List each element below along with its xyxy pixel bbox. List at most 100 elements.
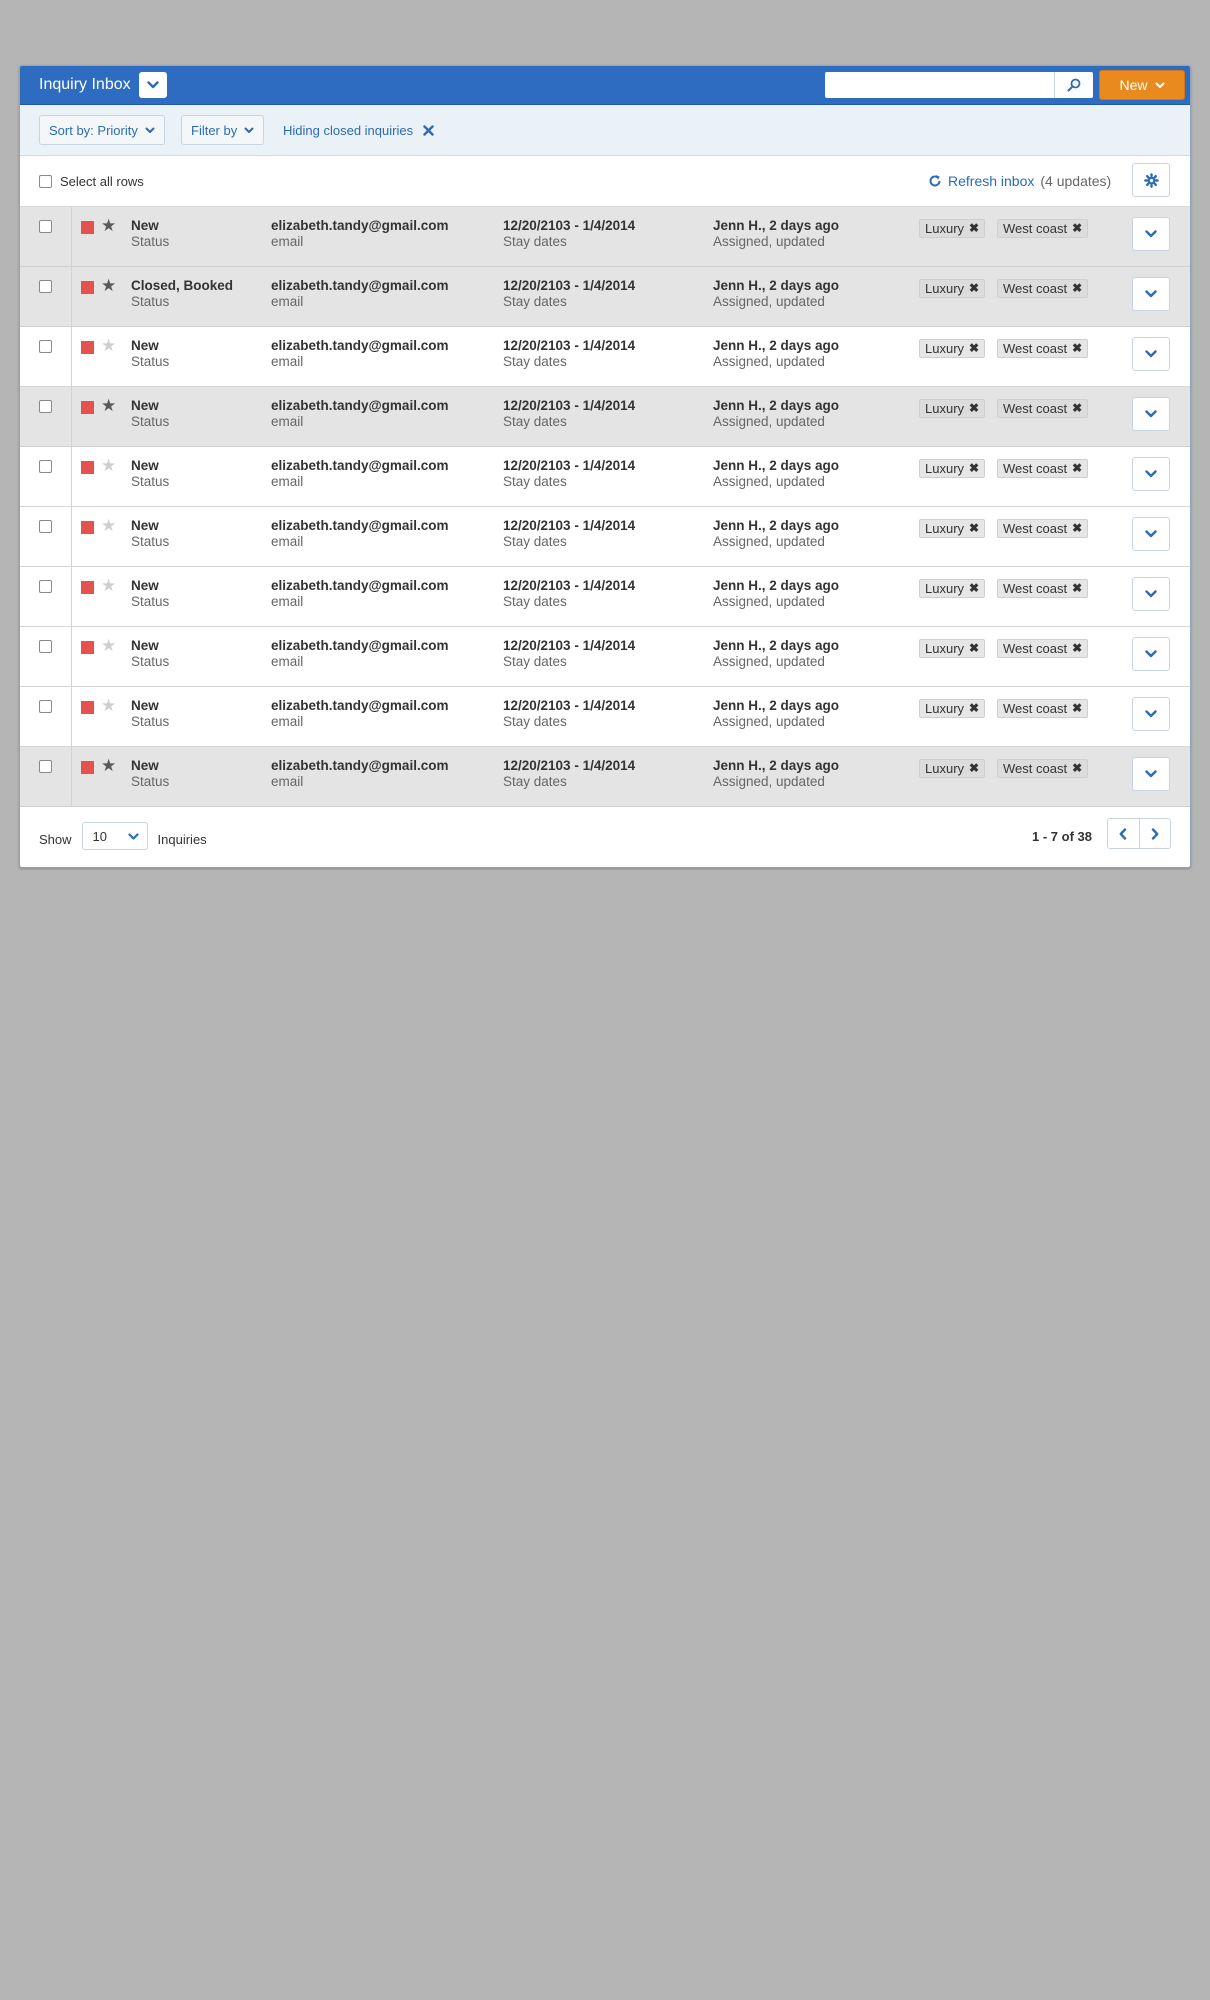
prev-page-button[interactable]	[1108, 819, 1139, 848]
close-icon[interactable]: ✖	[969, 580, 979, 597]
row-actions-button[interactable]	[1132, 637, 1170, 671]
table-row[interactable]: ★ New Status elizabeth.tandy@gmail.com e…	[20, 447, 1190, 507]
close-icon[interactable]: ✖	[1072, 520, 1082, 537]
close-icon[interactable]: ✖	[969, 280, 979, 297]
email-value[interactable]: elizabeth.tandy@gmail.com	[271, 518, 448, 534]
email-value[interactable]: elizabeth.tandy@gmail.com	[271, 398, 448, 414]
settings-button[interactable]	[1132, 163, 1170, 197]
close-icon[interactable]: ✖	[969, 340, 979, 357]
tag-chip: West coast ✖	[997, 699, 1089, 718]
close-icon[interactable]: ✖	[1072, 640, 1082, 657]
new-inquiry-button[interactable]: New	[1099, 70, 1185, 100]
table-row[interactable]: ★ New Status elizabeth.tandy@gmail.com e…	[20, 327, 1190, 387]
status-label: Status	[131, 654, 170, 669]
star-icon[interactable]: ★	[101, 457, 116, 474]
tag-chip: West coast ✖	[997, 279, 1089, 298]
table-row[interactable]: ★ New Status elizabeth.tandy@gmail.com e…	[20, 387, 1190, 447]
star-icon[interactable]: ★	[101, 757, 116, 774]
status-label: Status	[131, 714, 170, 729]
page-size-control: Show 10 Inquiries	[39, 822, 207, 850]
close-icon[interactable]: ✖	[1072, 400, 1082, 417]
close-icon[interactable]: ✖	[969, 520, 979, 537]
close-icon[interactable]: ✖	[1072, 580, 1082, 597]
close-icon[interactable]: ✖	[1072, 760, 1082, 777]
star-icon[interactable]: ★	[101, 277, 116, 294]
email-value[interactable]: elizabeth.tandy@gmail.com	[271, 758, 448, 774]
page-size-select[interactable]: 10	[81, 822, 148, 850]
table-row[interactable]: ★ New Status elizabeth.tandy@gmail.com e…	[20, 747, 1190, 807]
row-checkbox[interactable]	[39, 460, 52, 473]
row-checkbox[interactable]	[39, 760, 52, 773]
table-row[interactable]: ★ New Status elizabeth.tandy@gmail.com e…	[20, 687, 1190, 747]
row-actions-button[interactable]	[1132, 217, 1170, 251]
tag-chip: West coast ✖	[997, 579, 1089, 598]
status-cell: New Status	[131, 338, 169, 370]
star-icon[interactable]: ★	[101, 697, 116, 714]
refresh-inbox-link[interactable]: Refresh inbox (4 updates)	[928, 173, 1111, 189]
email-value[interactable]: elizabeth.tandy@gmail.com	[271, 698, 448, 714]
email-label: email	[271, 714, 304, 729]
tag-label: West coast	[1003, 641, 1068, 656]
close-icon[interactable]: ✖	[969, 700, 979, 717]
star-icon[interactable]: ★	[101, 637, 116, 654]
close-icon[interactable]	[423, 125, 434, 136]
row-checkbox[interactable]	[39, 400, 52, 413]
tag-label: West coast	[1003, 221, 1068, 236]
row-actions-button[interactable]	[1132, 277, 1170, 311]
search-input[interactable]	[825, 72, 1054, 98]
table-row[interactable]: ★ New Status elizabeth.tandy@gmail.com e…	[20, 567, 1190, 627]
close-icon[interactable]: ✖	[1072, 700, 1082, 717]
table-row[interactable]: ★ New Status elizabeth.tandy@gmail.com e…	[20, 207, 1190, 267]
email-value[interactable]: elizabeth.tandy@gmail.com	[271, 638, 448, 654]
status-label: Status	[131, 294, 170, 309]
row-actions-button[interactable]	[1132, 757, 1170, 791]
close-icon[interactable]: ✖	[969, 220, 979, 237]
star-icon[interactable]: ★	[101, 577, 116, 594]
close-icon[interactable]: ✖	[1072, 280, 1082, 297]
row-checkbox[interactable]	[39, 340, 52, 353]
row-actions-button[interactable]	[1132, 397, 1170, 431]
close-icon[interactable]: ✖	[969, 760, 979, 777]
row-checkbox[interactable]	[39, 280, 52, 293]
email-value[interactable]: elizabeth.tandy@gmail.com	[271, 218, 448, 234]
table-row[interactable]: ★ New Status elizabeth.tandy@gmail.com e…	[20, 627, 1190, 687]
search-box	[825, 72, 1093, 98]
close-icon[interactable]: ✖	[1072, 460, 1082, 477]
stay-dates-value: 12/20/2103 - 1/4/2014	[503, 458, 636, 473]
close-icon[interactable]: ✖	[969, 640, 979, 657]
row-checkbox[interactable]	[39, 520, 52, 533]
row-checkbox[interactable]	[39, 640, 52, 653]
row-actions-button[interactable]	[1132, 577, 1170, 611]
row-checkbox[interactable]	[39, 580, 52, 593]
email-value[interactable]: elizabeth.tandy@gmail.com	[271, 458, 448, 474]
row-actions-button[interactable]	[1132, 517, 1170, 551]
select-all-checkbox[interactable]	[39, 175, 52, 188]
row-divider	[71, 747, 72, 806]
row-checkbox[interactable]	[39, 700, 52, 713]
star-icon[interactable]: ★	[101, 397, 116, 414]
search-button[interactable]	[1054, 72, 1093, 98]
sort-dropdown[interactable]: Sort by: Priority	[39, 115, 165, 145]
email-value[interactable]: elizabeth.tandy@gmail.com	[271, 338, 448, 354]
row-checkbox[interactable]	[39, 220, 52, 233]
row-actions-button[interactable]	[1132, 337, 1170, 371]
filter-dropdown[interactable]: Filter by	[181, 115, 265, 145]
star-icon[interactable]: ★	[101, 337, 116, 354]
table-row[interactable]: ★ New Status elizabeth.tandy@gmail.com e…	[20, 507, 1190, 567]
email-value[interactable]: elizabeth.tandy@gmail.com	[271, 578, 448, 594]
close-icon[interactable]: ✖	[1072, 220, 1082, 237]
close-icon[interactable]: ✖	[969, 400, 979, 417]
star-icon[interactable]: ★	[101, 517, 116, 534]
inbox-switcher-button[interactable]	[139, 72, 167, 98]
tag-chip: Luxury ✖	[919, 519, 986, 538]
close-icon[interactable]: ✖	[969, 460, 979, 477]
next-page-button[interactable]	[1138, 819, 1171, 848]
inquiry-list: ★ New Status elizabeth.tandy@gmail.com e…	[20, 207, 1190, 807]
table-row[interactable]: ★ Closed, Booked Status elizabeth.tandy@…	[20, 267, 1190, 327]
row-actions-button[interactable]	[1132, 457, 1170, 491]
star-icon[interactable]: ★	[101, 217, 116, 234]
row-actions-button[interactable]	[1132, 697, 1170, 731]
email-value[interactable]: elizabeth.tandy@gmail.com	[271, 278, 448, 294]
close-icon[interactable]: ✖	[1072, 340, 1082, 357]
email-cell: elizabeth.tandy@gmail.com email	[271, 458, 448, 490]
